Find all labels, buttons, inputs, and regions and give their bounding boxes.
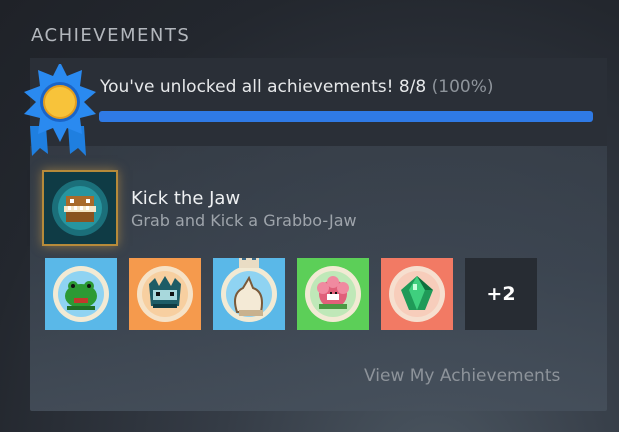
view-my-achievements-link[interactable]: View My Achievements [364,366,560,386]
grabbo-jaw-icon [44,172,116,244]
achievements-card: You've unlocked all achievements! 8/8 (1… [30,58,607,411]
unlock-percent: (100%) [431,77,494,97]
claw-hand-icon[interactable] [213,258,285,330]
section-title: ACHIEVEMENTS [31,25,191,46]
green-gem-icon[interactable] [381,258,453,330]
flower-creature-icon[interactable] [297,258,369,330]
featured-achievement-description: Grab and Kick a Grabbo-Jaw [131,211,357,230]
progress-bar [99,111,593,122]
unlock-summary-text: You've unlocked all achievements! 8/8 (1… [100,77,494,97]
unlock-count-label: You've unlocked all achievements! 8/8 [100,77,427,97]
medal-ribbon-icon [20,62,100,168]
more-achievements-button[interactable]: +2 [465,258,537,330]
frog-icon[interactable] [45,258,117,330]
spiky-creature-icon[interactable] [129,258,201,330]
progress-fill [99,111,593,122]
featured-achievement-title: Kick the Jaw [131,188,241,209]
unlock-summary: You've unlocked all achievements! 8/8 (1… [30,58,607,146]
